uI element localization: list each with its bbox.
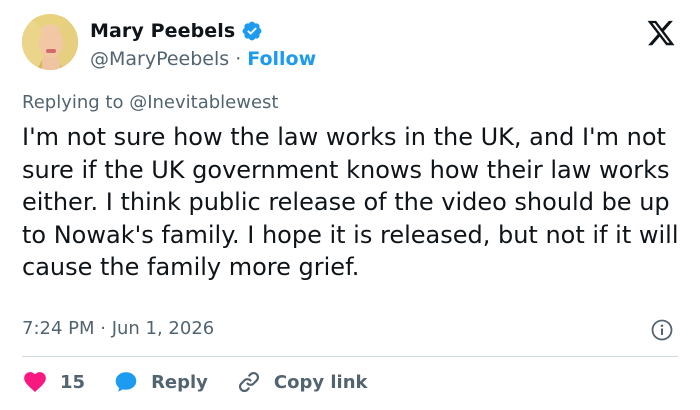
tweet-card: Mary Peebels @MaryPeebels · Follow Reply… [0,0,700,410]
author-name[interactable]: Mary Peebels [90,20,235,42]
heart-icon [22,369,48,395]
author-handle-row: @MaryPeebels · Follow [90,48,316,70]
verified-badge-icon [241,20,263,42]
reply-label: Reply [151,371,208,393]
like-button[interactable]: 15 [22,369,85,395]
tweet-text: I'm not sure how the law works in the UK… [22,123,679,281]
copy-link-button[interactable]: Copy link [236,369,368,395]
author-handle[interactable]: @MaryPeebels [90,48,229,70]
replying-to-mention[interactable]: @Inevitablewest [129,92,278,113]
replying-to-prefix: Replying to [22,92,124,113]
link-icon [236,369,262,395]
info-icon[interactable] [650,318,674,342]
separator-dot: · [235,48,242,70]
tweet-timestamp[interactable]: 7:24 PM · Jun 1, 2026 [22,318,214,339]
action-bar: 15 Reply Copy link [22,368,396,396]
reply-button[interactable]: Reply [113,369,208,395]
copy-link-label: Copy link [273,371,368,393]
replying-to: Replying to @Inevitablewest [22,92,278,113]
follow-button[interactable]: Follow [247,48,316,70]
divider [22,356,678,357]
x-logo-icon[interactable] [646,18,676,48]
like-count: 15 [60,371,86,393]
reply-bubble-icon [113,369,139,395]
author-name-row: Mary Peebels [90,20,263,42]
avatar[interactable] [22,14,78,70]
